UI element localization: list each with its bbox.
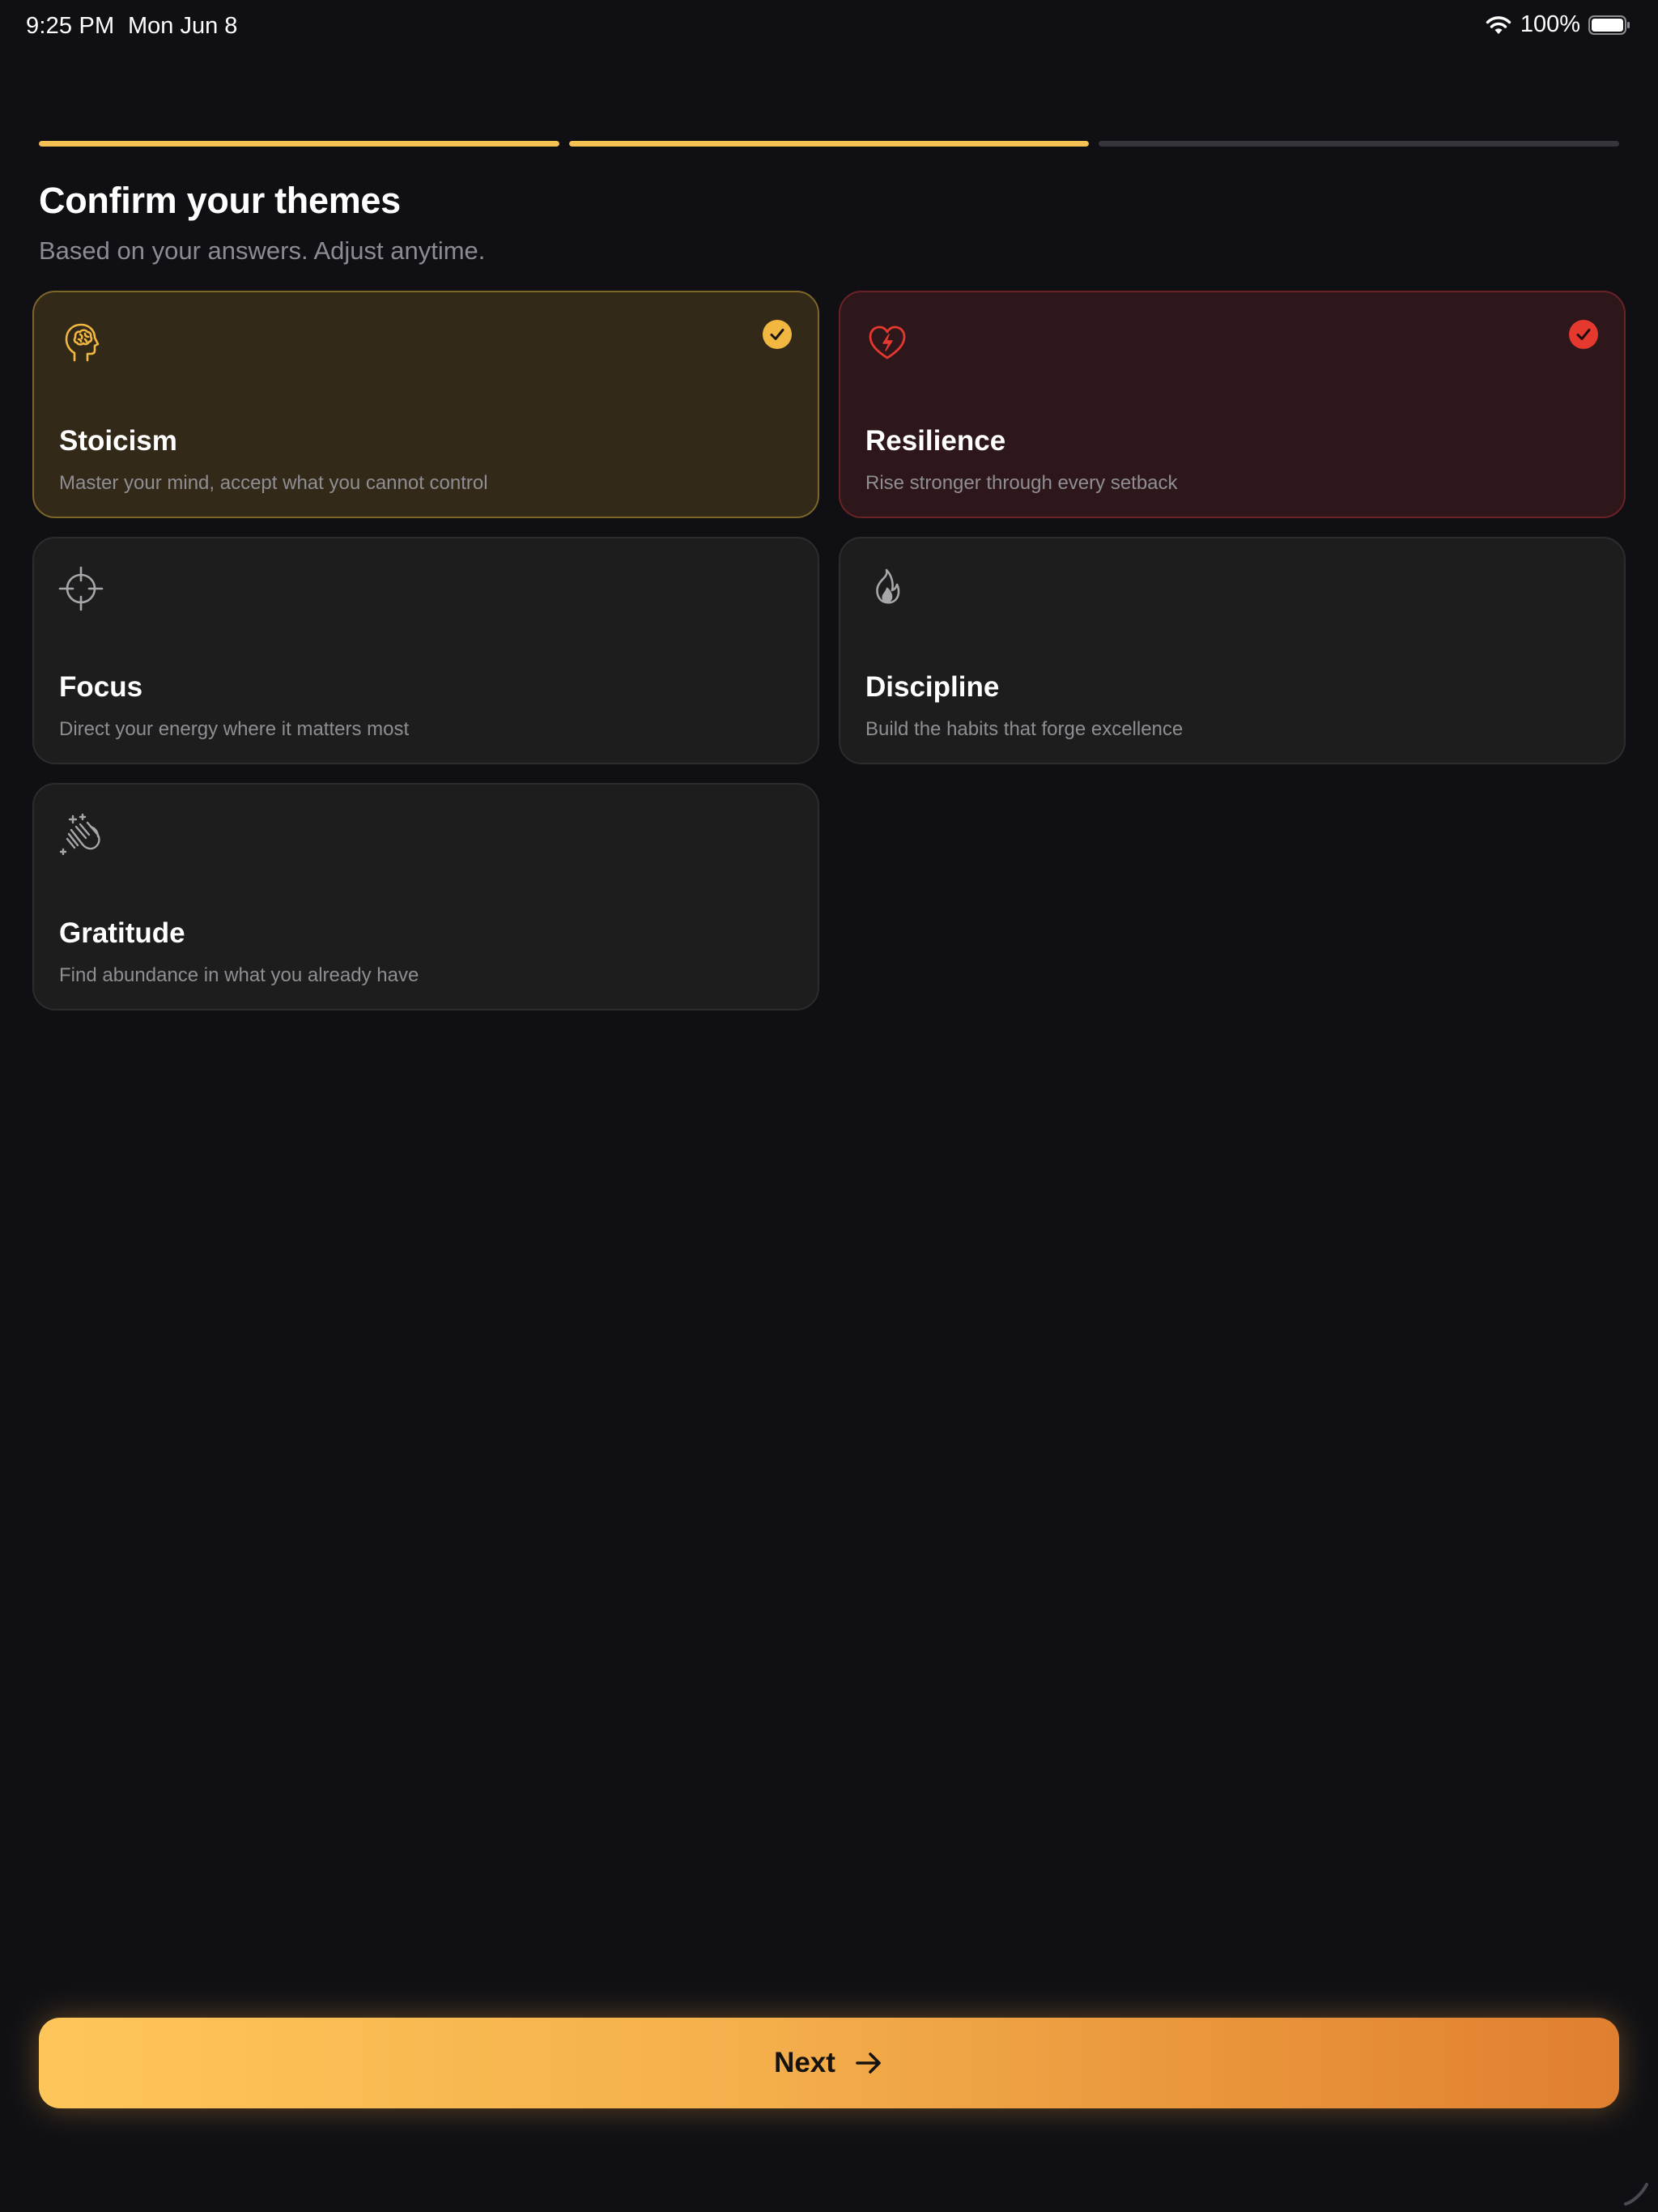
- progress-fill: [39, 141, 559, 147]
- arrow-right-icon: [853, 2048, 884, 2078]
- theme-card-discipline[interactable]: Discipline Build the habits that forge e…: [839, 537, 1626, 764]
- head-brain-icon: [58, 320, 104, 365]
- theme-description: Direct your energy where it matters most: [59, 718, 410, 740]
- next-button[interactable]: Next: [39, 2018, 1619, 2108]
- selected-check-icon: [1569, 320, 1598, 349]
- theme-card-gratitude[interactable]: Gratitude Find abundance in what you alr…: [32, 783, 819, 1010]
- theme-name: Gratitude: [59, 917, 185, 949]
- battery-percentage: 100%: [1520, 11, 1580, 37]
- next-button-label: Next: [774, 2047, 835, 2078]
- flame-icon: [865, 566, 910, 611]
- theme-card-resilience[interactable]: Resilience Rise stronger through every s…: [839, 291, 1626, 518]
- status-time: 9:25 PM: [26, 13, 115, 39]
- status-date: Mon Jun 8: [128, 13, 238, 39]
- theme-name: Stoicism: [59, 425, 177, 457]
- progress-segment-1: [39, 141, 559, 147]
- selected-check-icon: [763, 320, 792, 349]
- theme-name: Discipline: [865, 671, 1000, 703]
- wifi-icon: [1485, 15, 1512, 36]
- theme-description: Rise stronger through every setback: [865, 472, 1178, 494]
- status-indicators: 100%: [1485, 11, 1630, 38]
- theme-description: Master your mind, accept what you cannot…: [59, 472, 488, 494]
- theme-card-focus[interactable]: Focus Direct your energy where it matter…: [32, 537, 819, 764]
- page-title: Confirm your themes: [39, 180, 401, 221]
- progress-fill: [568, 141, 1090, 147]
- step-progress-bar: [39, 141, 1620, 147]
- battery-icon: [1588, 15, 1630, 36]
- theme-name: Resilience: [865, 425, 1006, 457]
- theme-card-stoicism[interactable]: Stoicism Master your mind, accept what y…: [32, 291, 819, 518]
- progress-segment-3: [1099, 141, 1620, 147]
- onboarding-screen: 9:25 PM Mon Jun 8 100% Confirm your them…: [0, 0, 1658, 2212]
- heart-bolt-icon: [865, 320, 910, 365]
- theme-name: Focus: [59, 671, 143, 703]
- crosshair-icon: [58, 566, 104, 611]
- page-subtitle: Based on your answers. Adjust anytime.: [39, 236, 486, 265]
- theme-description: Build the habits that forge excellence: [865, 718, 1184, 740]
- resize-handle-icon: [1619, 2175, 1652, 2207]
- theme-description: Find abundance in what you already have: [59, 964, 419, 986]
- progress-segment-2: [568, 141, 1090, 147]
- clapping-hands-icon: [58, 812, 104, 857]
- status-bar: 9:25 PM Mon Jun 8 100%: [0, 0, 1658, 52]
